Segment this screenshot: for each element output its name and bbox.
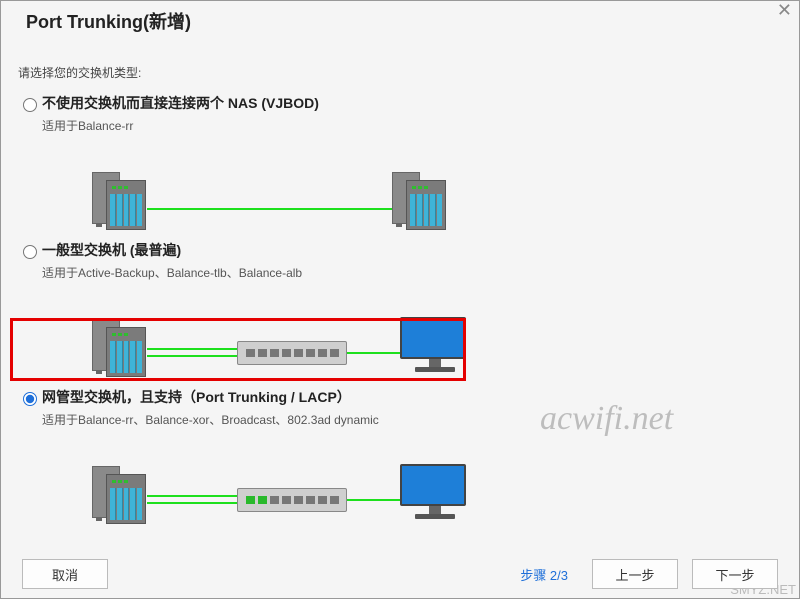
nas-icon: [392, 172, 456, 232]
nas-icon: [92, 172, 156, 232]
option-title: 一般型交换机 (最普遍): [42, 240, 782, 260]
content-area: 请选择您的交换机类型: 不使用交换机而直接连接两个 NAS (VJBOD) 适用…: [0, 50, 800, 549]
nas-icon: [92, 319, 156, 379]
footer-bar: 取消 步骤 2/3 上一步 下一步: [0, 549, 800, 599]
option-title: 网管型交换机，且支持（Port Trunking / LACP）: [42, 387, 782, 407]
diagram-direct: [92, 142, 492, 232]
radio-direct-nas[interactable]: [23, 98, 37, 112]
option-sub: 适用于Balance-rr: [42, 117, 782, 134]
prompt-text: 请选择您的交换机类型:: [18, 64, 782, 81]
option-general-switch[interactable]: 一般型交换机 (最普遍) 适用于Active-Backup、Balance-tl…: [18, 240, 782, 379]
radio-managed-switch[interactable]: [23, 392, 37, 406]
option-sub: 适用于Active-Backup、Balance-tlb、Balance-alb: [42, 264, 782, 281]
nas-icon: [92, 466, 156, 526]
step-indicator: 步骤 2/3: [520, 565, 568, 584]
next-button[interactable]: 下一步: [692, 559, 778, 589]
pc-icon: [400, 464, 470, 524]
pc-icon: [400, 317, 470, 377]
option-direct-nas[interactable]: 不使用交换机而直接连接两个 NAS (VJBOD) 适用于Balance-rr: [18, 93, 782, 232]
switch-icon: [237, 341, 347, 365]
cancel-button[interactable]: 取消: [22, 559, 108, 589]
diagram-general: [92, 289, 492, 379]
radio-general-switch[interactable]: [23, 245, 37, 259]
option-managed-switch[interactable]: 网管型交换机，且支持（Port Trunking / LACP） 适用于Bala…: [18, 387, 782, 526]
page-title: Port Trunking(新增): [26, 8, 191, 34]
switch-icon: [237, 488, 347, 512]
close-icon[interactable]: ✕: [777, 0, 792, 21]
diagram-managed: [92, 436, 492, 526]
prev-button[interactable]: 上一步: [592, 559, 678, 589]
option-title: 不使用交换机而直接连接两个 NAS (VJBOD): [42, 93, 782, 113]
option-sub: 适用于Balance-rr、Balance-xor、Broadcast、802.…: [42, 411, 782, 428]
